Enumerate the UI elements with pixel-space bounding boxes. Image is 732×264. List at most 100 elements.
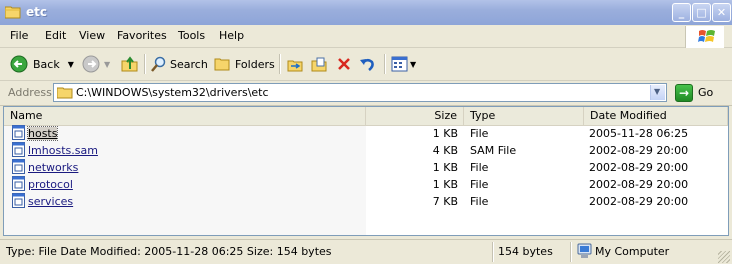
address-label: Address [8, 86, 52, 99]
windows-logo [685, 26, 724, 48]
back-dropdown-icon[interactable]: ▼ [68, 60, 74, 69]
window-title: etc [26, 5, 47, 19]
move-to-icon [287, 60, 303, 71]
close-icon: ✕ [716, 6, 727, 19]
address-dropdown-button[interactable]: ▼ [650, 85, 665, 100]
column-header-date[interactable]: Date Modified [584, 107, 728, 125]
toolbar-separator [144, 54, 146, 74]
status-separator [492, 242, 494, 262]
file-row[interactable]: protocol 1 KB File 2002-08-29 20:00 [4, 176, 728, 193]
file-icon [12, 193, 25, 208]
list-header: Name Size Type Date Modified [4, 107, 728, 126]
title-bar[interactable]: etc _ □ ✕ [0, 0, 732, 26]
file-icon [12, 159, 25, 174]
address-input[interactable]: C:\WINDOWS\system32\drivers\etc ▼ [53, 83, 667, 102]
file-name[interactable]: networks [28, 161, 78, 174]
maximize-icon: □ [696, 6, 707, 19]
file-size: 1 KB [432, 127, 458, 140]
file-size: 1 KB [432, 178, 458, 191]
address-path: C:\WINDOWS\system32\drivers\etc [76, 86, 269, 99]
menu-file[interactable]: File [10, 29, 28, 42]
file-icon [12, 176, 25, 191]
toolbar-separator [384, 54, 386, 74]
address-bar: Address C:\WINDOWS\system32\drivers\etc … [0, 81, 732, 106]
maximize-button[interactable]: □ [692, 3, 711, 22]
toolbar-separator [279, 54, 281, 74]
file-date: 2005-11-28 06:25 [589, 127, 689, 140]
my-computer-icon [577, 243, 592, 258]
menu-help[interactable]: Help [219, 29, 244, 42]
file-name[interactable]: services [28, 195, 73, 208]
minimize-button[interactable]: _ [672, 3, 691, 22]
toolbar: Back ▼ ▼ Search Folders ▼ [0, 48, 732, 81]
views-dropdown-icon[interactable]: ▼ [410, 60, 416, 69]
column-header-size[interactable]: Size [366, 107, 464, 125]
forward-dropdown-icon[interactable]: ▼ [104, 60, 110, 69]
status-bar: Type: File Date Modified: 2005-11-28 06:… [0, 239, 732, 264]
up-folder-button[interactable] [121, 55, 139, 73]
folders-button[interactable]: Folders [214, 55, 275, 73]
file-list[interactable]: Name Size Type Date Modified hosts 1 KB … [3, 106, 729, 236]
windows-flag-icon [698, 30, 715, 42]
file-type: File [470, 195, 489, 208]
move-to-button[interactable] [287, 55, 304, 73]
menu-favorites[interactable]: Favorites [117, 29, 167, 42]
menu-bar: File Edit View Favorites Tools Help [0, 25, 732, 48]
go-button[interactable]: → Go [675, 83, 713, 102]
file-icon [12, 142, 25, 157]
go-arrow-icon: → [675, 83, 693, 102]
file-row[interactable]: networks 1 KB File 2002-08-29 20:00 [4, 159, 728, 176]
back-label: Back [33, 57, 60, 71]
file-row[interactable]: lmhosts.sam 4 KB SAM File 2002-08-29 20:… [4, 142, 728, 159]
resize-grip[interactable] [718, 251, 730, 263]
forward-arrow-icon [82, 55, 100, 73]
back-button[interactable]: Back ▼ [10, 55, 74, 73]
copy-to-icon [311, 57, 327, 71]
minimize-icon: _ [678, 6, 685, 19]
file-date: 2002-08-29 20:00 [589, 144, 689, 157]
file-icon [12, 125, 25, 140]
copy-to-button[interactable] [311, 55, 328, 73]
views-icon [391, 56, 408, 72]
file-name[interactable]: lmhosts.sam [28, 144, 98, 157]
file-size: 7 KB [432, 195, 458, 208]
menu-view[interactable]: View [79, 29, 105, 42]
status-location: My Computer [595, 245, 670, 258]
status-details: Type: File Date Modified: 2005-11-28 06:… [6, 245, 332, 258]
back-arrow-icon [10, 55, 28, 73]
file-name[interactable]: hosts [26, 126, 59, 141]
status-separator [570, 242, 572, 262]
file-size: 1 KB [432, 161, 458, 174]
close-button[interactable]: ✕ [712, 3, 731, 22]
file-type: File [470, 178, 489, 191]
file-type: File [470, 161, 489, 174]
views-button[interactable]: ▼ [391, 55, 416, 73]
folder-icon [57, 87, 73, 99]
explorer-window: etc _ □ ✕ File Edit View Favorites Tools… [0, 0, 732, 264]
delete-icon [338, 58, 350, 70]
file-date: 2002-08-29 20:00 [589, 161, 689, 174]
search-button[interactable]: Search [150, 55, 208, 73]
column-header-type[interactable]: Type [464, 107, 584, 125]
file-size: 4 KB [432, 144, 458, 157]
file-date: 2002-08-29 20:00 [589, 178, 689, 191]
file-type: File [470, 127, 489, 140]
folders-label: Folders [235, 57, 275, 71]
undo-icon [360, 58, 374, 71]
file-date: 2002-08-29 20:00 [589, 195, 689, 208]
folders-icon [214, 58, 230, 71]
menu-edit[interactable]: Edit [45, 29, 66, 42]
delete-button[interactable] [336, 55, 352, 73]
undo-button[interactable] [359, 55, 376, 73]
forward-button[interactable]: ▼ [82, 55, 110, 73]
file-row[interactable]: hosts 1 KB File 2005-11-28 06:25 [4, 125, 728, 142]
search-label: Search [170, 57, 208, 71]
column-header-name[interactable]: Name [4, 107, 366, 125]
search-icon [151, 56, 166, 72]
status-size: 154 bytes [498, 245, 553, 258]
file-name[interactable]: protocol [28, 178, 73, 191]
file-row[interactable]: services 7 KB File 2002-08-29 20:00 [4, 193, 728, 210]
go-label: Go [698, 86, 714, 99]
folder-icon [5, 6, 21, 19]
menu-tools[interactable]: Tools [178, 29, 205, 42]
